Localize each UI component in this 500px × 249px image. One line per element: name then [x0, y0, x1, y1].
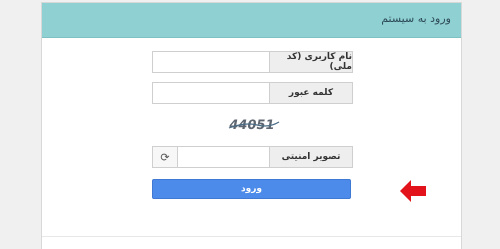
security-input[interactable] — [177, 146, 270, 168]
password-row: کلمه عبور — [152, 82, 353, 104]
refresh-captcha-button[interactable]: ⟳ — [152, 146, 177, 168]
password-label: کلمه عبور — [270, 82, 353, 104]
divider — [42, 236, 461, 237]
captcha-image: 44051 — [227, 115, 281, 133]
refresh-icon: ⟳ — [160, 150, 170, 164]
password-input[interactable] — [152, 82, 270, 104]
username-label: نام کاربری (کد ملی) — [270, 51, 353, 73]
login-button[interactable]: ورود — [152, 179, 351, 199]
red-arrow-icon — [400, 180, 426, 202]
security-label: تصویر امنیتی — [270, 146, 353, 168]
login-panel: ورود به سیستم نام کاربری (کد ملی) کلمه ع… — [41, 2, 462, 249]
panel-header: ورود به سیستم — [42, 3, 461, 38]
security-row: ⟳ تصویر امنیتی — [152, 146, 353, 168]
username-input[interactable] — [152, 51, 270, 73]
username-row: نام کاربری (کد ملی) — [152, 51, 353, 73]
page-title: ورود به سیستم — [381, 12, 451, 25]
